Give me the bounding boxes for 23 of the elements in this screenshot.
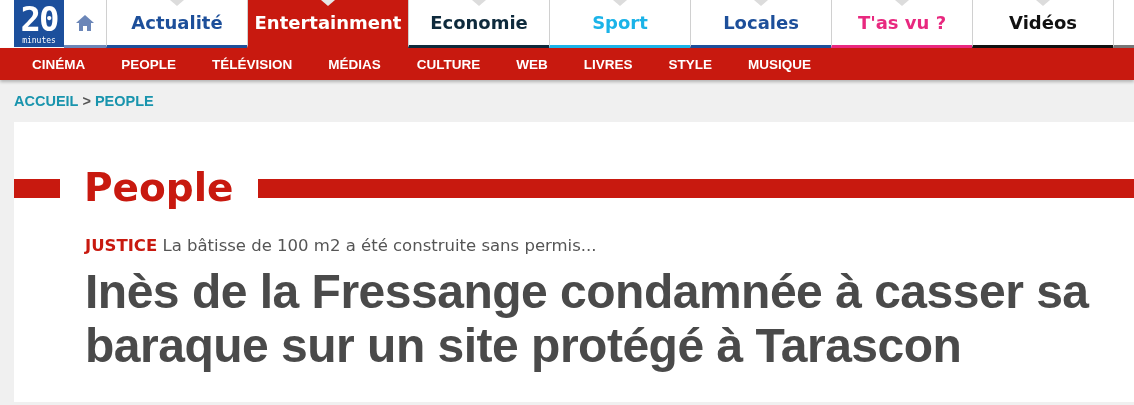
subnav-link[interactable]: CULTURE bbox=[416, 56, 481, 72]
breadcrumb-separator: > bbox=[82, 93, 91, 109]
nav-tab[interactable]: Actualité bbox=[106, 0, 247, 48]
subnav-link[interactable]: CINÉMA bbox=[32, 56, 86, 72]
nav-tab[interactable]: Vidéos bbox=[972, 0, 1113, 48]
logo[interactable]: 20 minutes bbox=[14, 0, 64, 47]
article-summary: JUSTICE La bâtisse de 100 m2 a été construite sans permis... bbox=[85, 236, 598, 255]
breadcrumb-link[interactable]: ACCUEIL bbox=[14, 93, 79, 109]
subnav-link[interactable]: MÉDIAS bbox=[328, 56, 381, 72]
subnav-link[interactable]: TÉLÉVISION bbox=[212, 56, 293, 72]
breadcrumb-link[interactable]: PEOPLE bbox=[94, 93, 154, 109]
home-icon bbox=[75, 13, 95, 32]
article-headline[interactable]: Inès de la Fressange condamnée à casser sa baraque sur un site protégé à Tarascon bbox=[85, 265, 1114, 373]
section-title: People bbox=[84, 164, 234, 212]
subnav-link[interactable]: WEB bbox=[516, 56, 548, 72]
nav-tab[interactable]: T'as vu ? bbox=[831, 0, 972, 48]
nav-tab[interactable]: Economie bbox=[408, 0, 549, 48]
subnav-link[interactable]: STYLE bbox=[668, 56, 713, 72]
subnav-link[interactable]: PEOPLE bbox=[121, 56, 176, 72]
nav-tab[interactable]: Locales bbox=[690, 0, 831, 48]
subnav-link[interactable]: LIVRES bbox=[583, 56, 633, 72]
nav-tab[interactable]: Entertainment bbox=[247, 0, 408, 48]
subnav-link[interactable]: MUSIQUE bbox=[748, 56, 812, 72]
